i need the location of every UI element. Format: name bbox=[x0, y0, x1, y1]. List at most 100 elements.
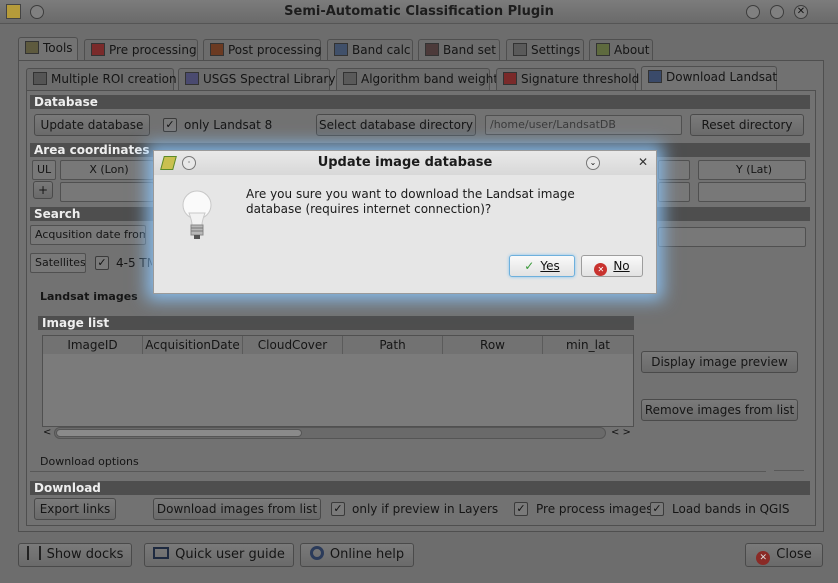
yes-button[interactable]: ✓ Yes bbox=[509, 255, 575, 277]
multiple-roi-icon bbox=[33, 72, 47, 85]
dialog-title: Update image database bbox=[317, 155, 493, 170]
col-row[interactable]: Row bbox=[443, 336, 543, 354]
show-docks-button[interactable]: Show docks bbox=[18, 543, 132, 567]
online-help-button[interactable]: Online help bbox=[300, 543, 414, 567]
tab-label: Pre processing bbox=[109, 43, 197, 57]
dialog-minimize-icon[interactable]: ⌄ bbox=[586, 156, 600, 170]
subtab-multiple-roi[interactable]: Multiple ROI creation bbox=[26, 68, 177, 90]
dialog-message: Are you sure you want to download the La… bbox=[246, 187, 575, 216]
dialog-close-icon[interactable]: ✕ bbox=[638, 155, 648, 169]
preprocess-checkbox[interactable]: ✓ bbox=[514, 502, 528, 516]
subtab-label: Algorithm band weight bbox=[361, 72, 499, 86]
tab-settings[interactable]: Settings bbox=[506, 39, 584, 61]
ul-x-input[interactable] bbox=[658, 160, 690, 180]
tab-post-processing[interactable]: Post processing bbox=[203, 39, 322, 61]
yes-label: Yes bbox=[540, 259, 560, 273]
remove-images-button[interactable]: Remove images from list bbox=[641, 399, 798, 421]
coordinate-input-1[interactable] bbox=[60, 182, 154, 202]
tools-icon bbox=[25, 41, 39, 54]
subtab-algorithm-weight[interactable]: Algorithm band weight bbox=[336, 68, 498, 90]
col-path[interactable]: Path bbox=[343, 336, 443, 354]
about-icon bbox=[596, 43, 610, 56]
subtab-signature-threshold[interactable]: Signature threshold bbox=[496, 68, 640, 90]
quick-user-guide-button[interactable]: Quick user guide bbox=[144, 543, 294, 567]
coordinate-input-2[interactable] bbox=[658, 182, 690, 202]
subtab-label: USGS Spectral Library bbox=[203, 72, 336, 86]
satellites-label: Satellites bbox=[30, 253, 86, 273]
subtab-label: Download Landsat bbox=[666, 70, 778, 84]
minimize-icon[interactable] bbox=[746, 5, 760, 19]
search-field-right[interactable] bbox=[658, 227, 806, 247]
reset-directory-button[interactable]: Reset directory bbox=[690, 114, 804, 136]
select-database-directory-button[interactable]: Select database directory bbox=[316, 114, 476, 136]
subtab-label: Multiple ROI creation bbox=[51, 72, 177, 86]
no-label: No bbox=[613, 259, 630, 273]
settings-icon bbox=[513, 43, 527, 56]
download-options-label[interactable]: Download options bbox=[40, 455, 139, 468]
monitor-icon bbox=[153, 547, 170, 559]
display-image-preview-button[interactable]: Display image preview bbox=[641, 351, 798, 373]
preprocess-label: Pre process images bbox=[536, 502, 653, 516]
subtab-usgs[interactable]: USGS Spectral Library bbox=[178, 68, 335, 90]
col-min-lat[interactable]: min_lat bbox=[543, 336, 633, 354]
x-lon-label: X (Lon) bbox=[60, 160, 154, 180]
docks-icon bbox=[26, 546, 41, 560]
col-imageid[interactable]: ImageID bbox=[43, 336, 143, 354]
subtab-label: Signature threshold bbox=[521, 72, 640, 86]
landsat-images-label: Landsat images bbox=[40, 290, 138, 303]
tab-band-calc[interactable]: Band calc bbox=[327, 39, 413, 61]
close-label: Close bbox=[776, 547, 812, 562]
tab-label: Tools bbox=[43, 41, 73, 55]
database-header: Database bbox=[30, 95, 810, 109]
download-header: Download bbox=[30, 481, 810, 495]
close-red-icon: ✕ bbox=[756, 551, 771, 565]
tab-label: About bbox=[614, 43, 650, 57]
acquisition-date-label: Acqusition date from bbox=[30, 225, 146, 245]
update-database-dialog: · Update image database ⌄ ✕ Are you sure… bbox=[153, 150, 657, 294]
lightbulb-icon bbox=[180, 187, 214, 247]
download-options-line bbox=[30, 471, 766, 472]
image-list-header: Image list bbox=[38, 316, 634, 330]
add-coordinate-button[interactable]: + bbox=[33, 181, 53, 199]
tab-tools[interactable]: Tools bbox=[18, 37, 78, 61]
tab-about[interactable]: About bbox=[589, 39, 653, 61]
download-images-button[interactable]: Download images from list bbox=[153, 498, 321, 520]
tab-pre-processing[interactable]: Pre processing bbox=[84, 39, 198, 61]
scrollbar-thumb[interactable] bbox=[56, 429, 302, 437]
close-button[interactable]: ✕ Close bbox=[745, 543, 823, 567]
post-processing-icon bbox=[210, 43, 224, 56]
close-window-icon[interactable]: ✕ bbox=[794, 5, 808, 19]
col-cloudcover[interactable]: CloudCover bbox=[243, 336, 343, 354]
horizontal-scrollbar[interactable] bbox=[54, 427, 606, 439]
only-preview-label: only if preview in Layers bbox=[352, 502, 499, 516]
tab-band-set[interactable]: Band set bbox=[418, 39, 500, 61]
load-bands-label: Load bands in QGIS bbox=[672, 502, 790, 516]
export-links-button[interactable]: Export links bbox=[34, 498, 116, 520]
only-landsat8-checkbox[interactable]: ✓ bbox=[163, 118, 177, 132]
tab-label: Band set bbox=[443, 43, 496, 57]
tab-label: Post processing bbox=[228, 43, 322, 57]
band-calc-icon bbox=[334, 43, 348, 56]
no-red-icon: ✕ bbox=[594, 263, 608, 276]
band-set-icon bbox=[425, 43, 439, 56]
threshold-icon bbox=[503, 72, 517, 85]
ul-label: UL bbox=[32, 160, 56, 180]
only-preview-checkbox[interactable]: ✓ bbox=[331, 502, 345, 516]
quick-guide-label: Quick user guide bbox=[175, 547, 285, 562]
update-database-button[interactable]: Update database bbox=[34, 114, 150, 136]
col-acquisitiondate[interactable]: AcquisitionDate bbox=[143, 336, 243, 354]
scroll-right-icon[interactable]: < > bbox=[611, 427, 631, 438]
only-landsat8-label: only Landsat 8 bbox=[184, 118, 273, 132]
subtab-download-landsat[interactable]: Download Landsat bbox=[641, 66, 777, 90]
scroll-left-icon[interactable]: < bbox=[43, 427, 51, 438]
tab-label: Band calc bbox=[352, 43, 411, 57]
coordinate-input-3[interactable] bbox=[698, 182, 806, 202]
no-button[interactable]: ✕ No bbox=[581, 255, 643, 277]
y-lat-label: Y (Lat) bbox=[698, 160, 806, 180]
image-list-table[interactable]: ImageID AcquisitionDate CloudCover Path … bbox=[42, 335, 634, 427]
database-directory-field[interactable]: /home/user/LandsatDB bbox=[485, 115, 682, 135]
sat-45-checkbox[interactable]: ✓ bbox=[95, 256, 109, 270]
maximize-icon[interactable] bbox=[770, 5, 784, 19]
load-bands-checkbox[interactable]: ✓ bbox=[650, 502, 664, 516]
scale-icon bbox=[343, 72, 357, 85]
